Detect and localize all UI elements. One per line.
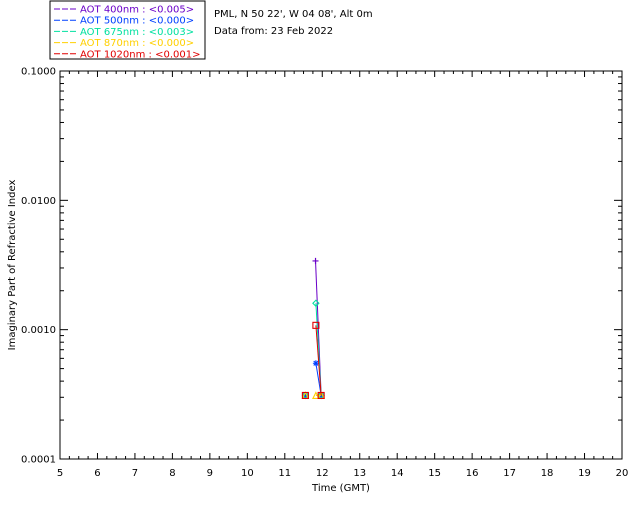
y-tick-label: 0.0100 <box>21 196 56 207</box>
y-tick-label: 0.0001 <box>21 455 56 466</box>
x-axis-label: Time (GMT) <box>311 483 370 494</box>
data-point <box>312 360 319 367</box>
legend-entry-label: AOT 400nm : <0.005> <box>80 5 194 16</box>
x-tick-label: 20 <box>616 468 629 479</box>
y-tick-label: 0.1000 <box>21 67 56 78</box>
series-square <box>301 321 325 400</box>
x-tick-label: 18 <box>541 468 554 479</box>
x-tick-label: 16 <box>466 468 479 479</box>
chart: AOT 400nm : <0.005>AOT 500nm : <0.000>AO… <box>7 0 629 494</box>
y-tick-label: 0.0010 <box>21 325 56 336</box>
y-axis: 0.0001 0.0010 0.0100 0.1000 <box>21 67 622 466</box>
date-text: Data from: 23 Feb 2022 <box>214 26 333 37</box>
x-tick-label: 17 <box>503 468 516 479</box>
legend-entry-label: AOT 500nm : <0.000> <box>80 16 194 27</box>
x-tick-label: 6 <box>94 468 100 479</box>
x-axis: 5 6 7 8 9 10 11 12 13 14 15 16 17 18 19 20 <box>57 71 629 479</box>
series-diamond <box>301 299 325 400</box>
x-tick-label: 11 <box>278 468 291 479</box>
x-tick-label: 7 <box>132 468 138 479</box>
data-point <box>312 257 319 264</box>
x-tick-label: 15 <box>428 468 441 479</box>
legend-entry-label: AOT 1020nm : <0.001> <box>80 49 200 60</box>
y-axis-label: Imaginary Part of Refractive Index <box>7 180 18 351</box>
location-text: PML, N 50 22', W 04 08', Alt 0m <box>214 9 373 20</box>
series-layer <box>301 257 326 400</box>
x-tick-label: 12 <box>316 468 329 479</box>
x-tick-label: 5 <box>57 468 63 479</box>
x-tick-label: 9 <box>207 468 213 479</box>
x-tick-label: 19 <box>578 468 591 479</box>
plot-frame <box>59 70 623 460</box>
x-tick-label: 8 <box>169 468 175 479</box>
x-tick-label: 14 <box>391 468 404 479</box>
legend-entry-label: AOT 870nm : <0.000> <box>80 38 194 49</box>
x-tick-label: 10 <box>241 468 254 479</box>
legend-entry-label: AOT 675nm : <0.003> <box>80 27 194 38</box>
legend: AOT 400nm : <0.005>AOT 500nm : <0.000>AO… <box>49 0 206 60</box>
x-tick-label: 13 <box>353 468 366 479</box>
